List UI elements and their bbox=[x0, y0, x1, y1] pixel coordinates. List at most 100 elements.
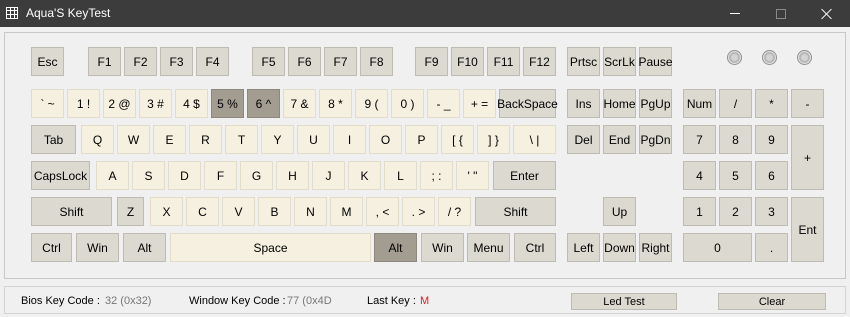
key-numpad-4[interactable]: 4 bbox=[683, 161, 716, 190]
key-del[interactable]: Del bbox=[567, 125, 600, 154]
key-f7[interactable]: F7 bbox=[324, 47, 357, 76]
key-enter[interactable]: Enter bbox=[493, 161, 556, 190]
key-3[interactable]: 3 # bbox=[139, 89, 172, 118]
close-button[interactable] bbox=[804, 0, 850, 27]
key-left-alt[interactable]: Alt bbox=[123, 233, 166, 262]
key-comma[interactable]: , < bbox=[366, 197, 399, 226]
key-0[interactable]: 0 ) bbox=[391, 89, 424, 118]
key-s[interactable]: S bbox=[132, 161, 165, 190]
key-left-bracket[interactable]: [ { bbox=[441, 125, 474, 154]
key-p[interactable]: P bbox=[405, 125, 438, 154]
key-x[interactable]: X bbox=[150, 197, 183, 226]
key-scrlk[interactable]: ScrLk bbox=[603, 47, 636, 76]
key-f2[interactable]: F2 bbox=[124, 47, 157, 76]
key-e[interactable]: E bbox=[153, 125, 186, 154]
key-left-shift[interactable]: Shift bbox=[31, 197, 112, 226]
key-backspace[interactable]: BackSpace bbox=[497, 89, 558, 118]
key-tab[interactable]: Tab bbox=[31, 125, 76, 154]
key-numpad-enter[interactable]: Ent bbox=[791, 197, 824, 262]
key-numlock[interactable]: Num bbox=[683, 89, 716, 118]
key-end[interactable]: End bbox=[603, 125, 636, 154]
key-period[interactable]: . > bbox=[402, 197, 435, 226]
key-f5[interactable]: F5 bbox=[252, 47, 285, 76]
key-q[interactable]: Q bbox=[81, 125, 114, 154]
led-test-button[interactable]: Led Test bbox=[571, 293, 677, 310]
key-space[interactable]: Space bbox=[170, 233, 371, 262]
key-g[interactable]: G bbox=[240, 161, 273, 190]
key-right-shift[interactable]: Shift bbox=[475, 197, 556, 226]
key-left-win[interactable]: Win bbox=[76, 233, 119, 262]
key-quote[interactable]: ' " bbox=[456, 161, 489, 190]
key-f9[interactable]: F9 bbox=[415, 47, 448, 76]
key-f11[interactable]: F11 bbox=[487, 47, 520, 76]
key-f6[interactable]: F6 bbox=[288, 47, 321, 76]
key-up[interactable]: Up bbox=[603, 197, 636, 226]
key-9[interactable]: 9 ( bbox=[355, 89, 388, 118]
key-grave[interactable]: ` ~ bbox=[31, 89, 64, 118]
key-c[interactable]: C bbox=[186, 197, 219, 226]
key-right-alt[interactable]: Alt bbox=[374, 233, 417, 262]
key-home[interactable]: Home bbox=[603, 89, 636, 118]
clear-button[interactable]: Clear bbox=[718, 293, 826, 310]
key-numpad-decimal[interactable]: . bbox=[755, 233, 788, 262]
key-n[interactable]: N bbox=[294, 197, 327, 226]
key-r[interactable]: R bbox=[189, 125, 222, 154]
key-menu[interactable]: Menu bbox=[467, 233, 510, 262]
key-capslock[interactable]: CapsLock bbox=[31, 161, 90, 190]
key-v[interactable]: V bbox=[222, 197, 255, 226]
key-numpad-8[interactable]: 8 bbox=[719, 125, 752, 154]
key-f8[interactable]: F8 bbox=[360, 47, 393, 76]
key-f[interactable]: F bbox=[204, 161, 237, 190]
key-i[interactable]: I bbox=[333, 125, 366, 154]
key-f12[interactable]: F12 bbox=[523, 47, 556, 76]
key-m[interactable]: M bbox=[330, 197, 363, 226]
key-1[interactable]: 1 ! bbox=[67, 89, 100, 118]
key-y[interactable]: Y bbox=[261, 125, 294, 154]
key-slash[interactable]: / ? bbox=[438, 197, 471, 226]
key-numpad-5[interactable]: 5 bbox=[719, 161, 752, 190]
key-z[interactable]: Z bbox=[117, 197, 144, 226]
key-6[interactable]: 6 ^ bbox=[247, 89, 280, 118]
key-down[interactable]: Down bbox=[603, 233, 636, 262]
key-j[interactable]: J bbox=[312, 161, 345, 190]
key-numpad-multiply[interactable]: * bbox=[755, 89, 788, 118]
key-pgup[interactable]: PgUp bbox=[639, 89, 672, 118]
key-b[interactable]: B bbox=[258, 197, 291, 226]
key-t[interactable]: T bbox=[225, 125, 258, 154]
key-f3[interactable]: F3 bbox=[160, 47, 193, 76]
key-pgdn[interactable]: PgDn bbox=[639, 125, 672, 154]
key-numpad-3[interactable]: 3 bbox=[755, 197, 788, 226]
key-left-ctrl[interactable]: Ctrl bbox=[31, 233, 72, 262]
key-semicolon[interactable]: ; : bbox=[420, 161, 453, 190]
key-numpad-6[interactable]: 6 bbox=[755, 161, 788, 190]
key-right-ctrl[interactable]: Ctrl bbox=[514, 233, 556, 262]
key-pause[interactable]: Pause bbox=[638, 47, 673, 76]
key-left[interactable]: Left bbox=[567, 233, 600, 262]
key-5[interactable]: 5 % bbox=[211, 89, 244, 118]
key-numpad-divide[interactable]: / bbox=[719, 89, 752, 118]
key-numpad-subtract[interactable]: - bbox=[791, 89, 824, 118]
key-f4[interactable]: F4 bbox=[196, 47, 229, 76]
key-f1[interactable]: F1 bbox=[88, 47, 121, 76]
key-7[interactable]: 7 & bbox=[283, 89, 316, 118]
key-ins[interactable]: Ins bbox=[567, 89, 600, 118]
maximize-button[interactable] bbox=[758, 0, 804, 27]
key-f10[interactable]: F10 bbox=[451, 47, 484, 76]
key-numpad-7[interactable]: 7 bbox=[683, 125, 716, 154]
minimize-button[interactable] bbox=[712, 0, 758, 27]
key-esc[interactable]: Esc bbox=[31, 47, 64, 76]
key-minus[interactable]: - _ bbox=[427, 89, 460, 118]
key-a[interactable]: A bbox=[96, 161, 129, 190]
key-right-win[interactable]: Win bbox=[421, 233, 464, 262]
key-right-bracket[interactable]: ] } bbox=[477, 125, 510, 154]
key-2[interactable]: 2 @ bbox=[103, 89, 136, 118]
key-equal[interactable]: + = bbox=[463, 89, 496, 118]
key-u[interactable]: U bbox=[297, 125, 330, 154]
key-prtsc[interactable]: Prtsc bbox=[567, 47, 600, 76]
key-h[interactable]: H bbox=[276, 161, 309, 190]
key-numpad-0[interactable]: 0 bbox=[683, 233, 752, 262]
key-l[interactable]: L bbox=[384, 161, 417, 190]
key-numpad-add[interactable]: + bbox=[791, 125, 824, 190]
key-numpad-2[interactable]: 2 bbox=[719, 197, 752, 226]
key-8[interactable]: 8 * bbox=[319, 89, 352, 118]
